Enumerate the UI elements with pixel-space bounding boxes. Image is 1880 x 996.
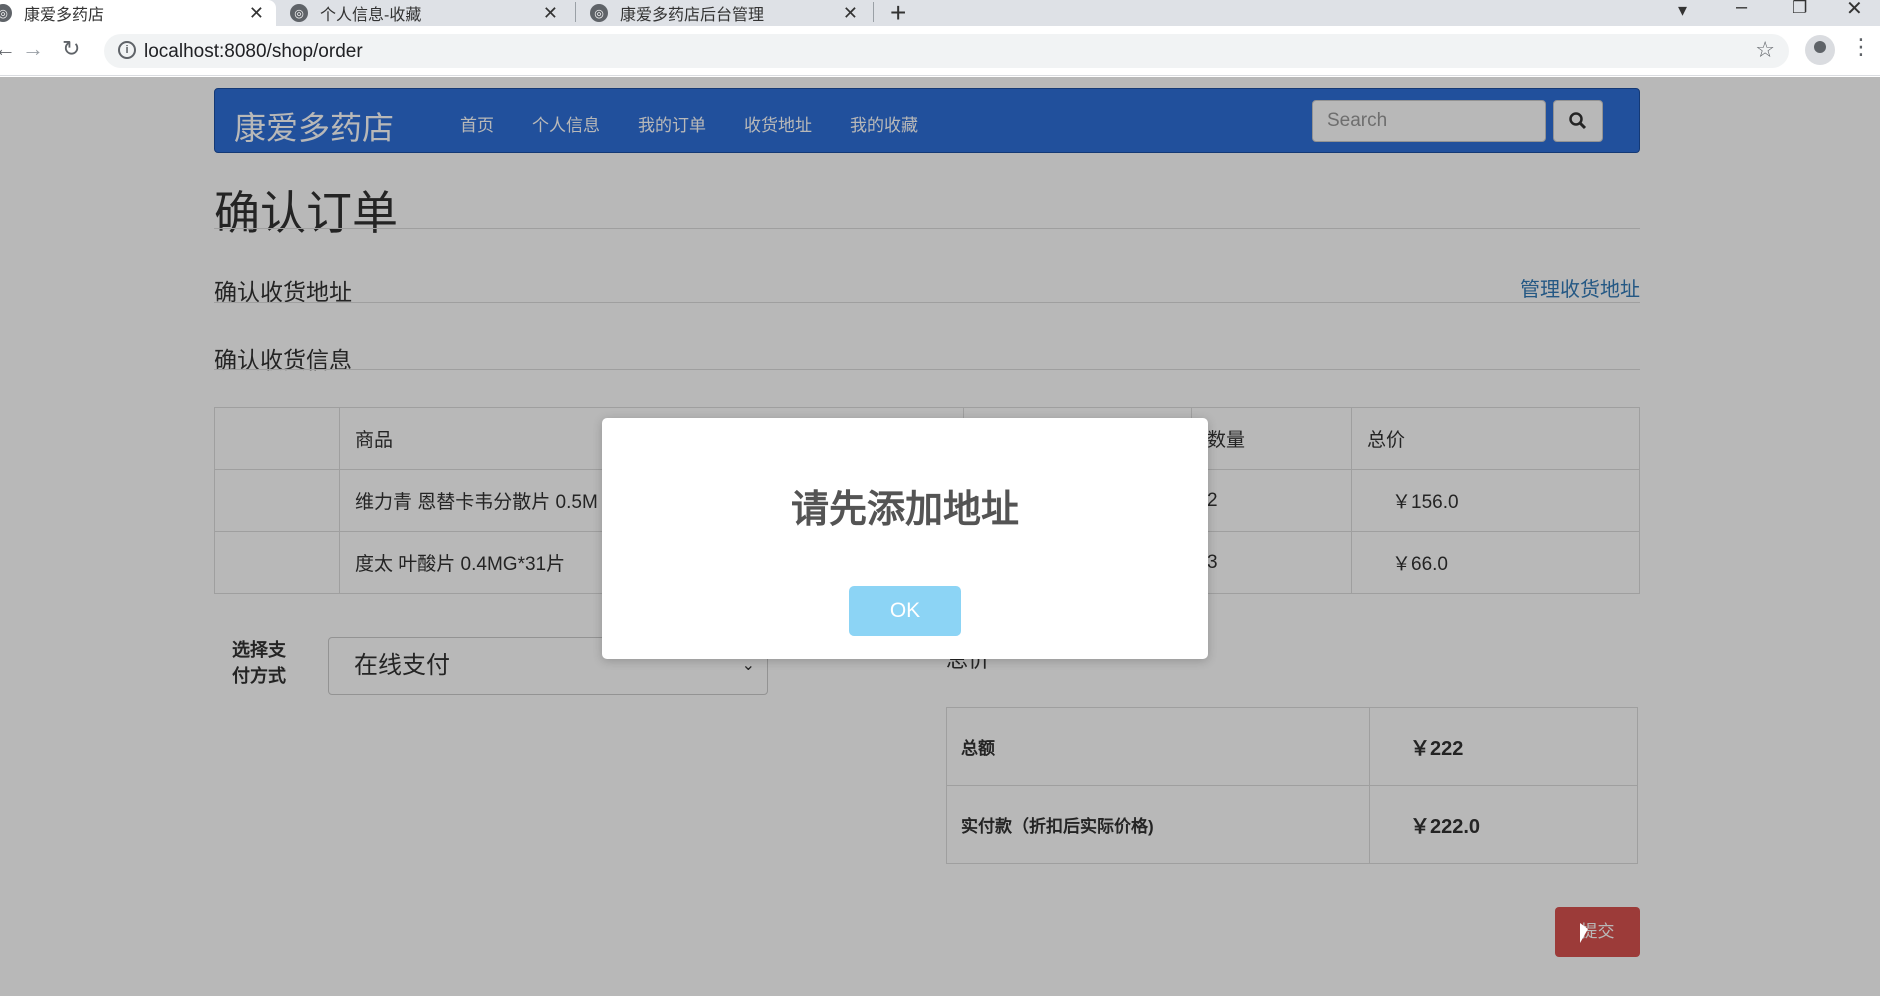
tab-profile-favorites[interactable]: ◎ 个人信息-收藏 ✕	[290, 0, 570, 26]
browser-tab-bar: ◎ 康爱多药店 ✕ ◎ 个人信息-收藏 ✕ ◎ 康爱多药店后台管理 ✕ + ▾ …	[0, 0, 1880, 29]
tab-separator	[575, 2, 576, 22]
tab-title: 康爱多药店后台管理	[620, 7, 765, 24]
globe-icon: ◎	[290, 4, 308, 22]
tab-shop[interactable]: ◎ 康爱多药店 ✕	[0, 0, 276, 26]
minimize-icon[interactable]: –	[1736, 0, 1747, 19]
reload-icon[interactable]: ↻	[62, 36, 80, 62]
menu-kebab-icon[interactable]: ⋮	[1850, 34, 1872, 60]
close-icon[interactable]: ✕	[249, 3, 264, 24]
close-icon[interactable]: ✕	[543, 3, 558, 24]
profile-avatar-icon[interactable]	[1805, 35, 1835, 65]
tab-title: 个人信息-收藏	[320, 7, 422, 24]
bookmark-star-icon[interactable]: ☆	[1755, 37, 1775, 63]
address-bar[interactable]: i localhost:8080/shop/order ☆	[104, 34, 1789, 68]
globe-icon: ◎	[0, 4, 12, 22]
restore-icon[interactable]: ❐	[1792, 0, 1807, 18]
browser-toolbar: ← → ↻ i localhost:8080/shop/order ☆ ⋮	[0, 26, 1880, 76]
tab-title: 康爱多药店	[24, 7, 105, 24]
dialog-message: 请先添加地址	[790, 489, 1019, 531]
tab-admin[interactable]: ◎ 康爱多药店后台管理 ✕	[590, 0, 870, 26]
tab-search-icon[interactable]: ▾	[1678, 0, 1687, 21]
tab-separator	[873, 2, 874, 22]
close-window-icon[interactable]: ✕	[1846, 0, 1863, 21]
forward-icon[interactable]: →	[22, 36, 44, 62]
globe-icon: ◎	[590, 4, 608, 22]
new-tab-icon[interactable]: +	[890, 0, 906, 29]
back-icon[interactable]: ←	[0, 36, 16, 62]
close-icon[interactable]: ✕	[843, 3, 858, 24]
mouse-cursor-icon	[1580, 923, 1588, 943]
ok-button[interactable]: OK	[849, 586, 961, 636]
info-icon[interactable]: i	[118, 41, 136, 59]
url-text[interactable]: localhost:8080/shop/order	[144, 41, 363, 63]
alert-dialog: 请先添加地址 OK	[602, 418, 1208, 659]
